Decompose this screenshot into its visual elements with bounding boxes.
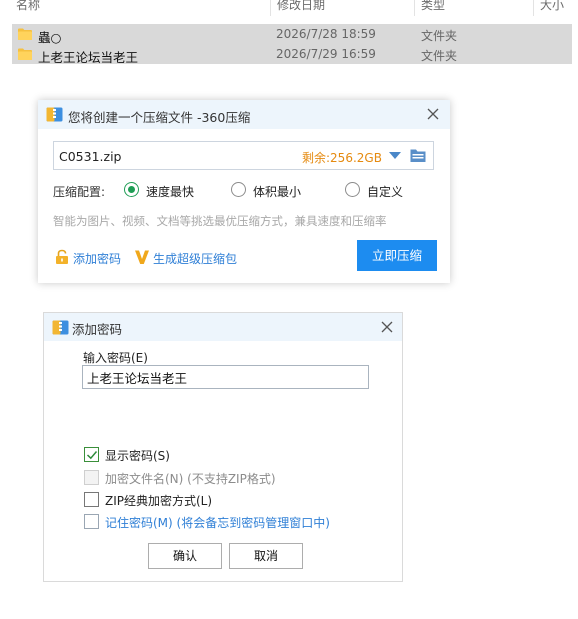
- file-explorer-list: 名称 修改日期 类型 大小 蟲○ 2026/7/28 18:59 文件夹 上老王…: [0, 0, 578, 70]
- chevron-down-icon[interactable]: [389, 152, 401, 160]
- compress-now-button[interactable]: 立即压缩: [357, 240, 437, 271]
- radio-label: 自定义: [367, 185, 404, 199]
- cancel-button[interactable]: 取消: [229, 543, 303, 569]
- checkbox-box-disabled: [84, 470, 99, 485]
- file-row[interactable]: 蟲○ 2026/7/28 18:59 文件夹: [12, 24, 572, 45]
- add-password-link-label[interactable]: 添加密码: [73, 250, 121, 267]
- folder-icon: [18, 28, 32, 40]
- checkbox-box[interactable]: [84, 514, 99, 529]
- checkbox-label: ZIP经典加密方式(L): [105, 494, 213, 508]
- column-header-name[interactable]: 名称: [16, 0, 40, 13]
- checkbox-label: 显示密码(S): [105, 449, 170, 463]
- checkmark-icon: [86, 451, 98, 460]
- compress-config-label: 压缩配置:: [53, 185, 106, 199]
- folder-icon: [18, 48, 32, 60]
- password-input-label: 输入密码(E): [83, 351, 148, 365]
- file-type: 文件夹: [421, 29, 458, 43]
- add-password-dialog: 添加密码 输入密码(E) 显示密码(S) 加密文件名(N) (不支持ZIP格式)…: [43, 312, 403, 582]
- ok-button[interactable]: 确认: [148, 543, 222, 569]
- password-input[interactable]: [82, 365, 369, 389]
- radio-indicator[interactable]: [345, 182, 360, 197]
- close-icon[interactable]: [378, 318, 396, 336]
- radio-indicator-selected[interactable]: [124, 182, 139, 197]
- file-type: 文件夹: [421, 49, 458, 63]
- vip-v-icon: [135, 250, 149, 264]
- password-dialog-titlebar[interactable]: 添加密码: [44, 313, 402, 341]
- browse-folder-icon[interactable]: [410, 148, 426, 163]
- file-date: 2026/7/28 18:59: [276, 27, 376, 41]
- archive-app-icon: [46, 107, 63, 122]
- compress-dialog-titlebar[interactable]: 您将创建一个压缩文件 -360压缩: [38, 100, 450, 129]
- compress-dialog: 您将创建一个压缩文件 -360压缩 C0531.zip 剩余:256.2GB 压…: [38, 100, 450, 283]
- file-name: 上老王论坛当老王: [38, 50, 139, 65]
- free-space-label: 剩余:256.2GB: [302, 151, 382, 165]
- column-header-size[interactable]: 大小: [540, 0, 564, 13]
- super-compress-link-label[interactable]: 生成超级压缩包: [153, 250, 237, 267]
- password-dialog-title: 添加密码: [72, 322, 123, 337]
- archive-app-icon: [52, 320, 69, 335]
- file-date: 2026/7/29 16:59: [276, 47, 376, 61]
- column-header-row: 名称 修改日期 类型 大小: [0, 0, 578, 16]
- output-path-field[interactable]: C0531.zip 剩余:256.2GB: [53, 141, 434, 170]
- column-header-type[interactable]: 类型: [421, 0, 445, 13]
- column-divider[interactable]: [414, 0, 415, 16]
- column-header-date[interactable]: 修改日期: [277, 0, 325, 13]
- lock-icon: [56, 249, 68, 264]
- checkbox-box-checked[interactable]: [84, 447, 99, 462]
- compress-dialog-title: 您将创建一个压缩文件 -360压缩: [68, 110, 251, 125]
- close-icon[interactable]: [424, 105, 442, 123]
- file-row[interactable]: 上老王论坛当老王 2026/7/29 16:59 文件夹: [12, 44, 572, 65]
- radio-indicator[interactable]: [231, 182, 246, 197]
- radio-label: 速度最快: [146, 185, 195, 199]
- output-filename[interactable]: C0531.zip: [59, 149, 121, 164]
- column-divider[interactable]: [270, 0, 271, 16]
- checkbox-label: 记住密码(M) (将会备忘到密码管理窗口中): [105, 516, 330, 530]
- checkbox-box[interactable]: [84, 492, 99, 507]
- radio-label: 体积最小: [253, 185, 302, 199]
- compress-hint-text: 智能为图片、视频、文档等挑选最优压缩方式，兼具速度和压缩率: [53, 214, 387, 228]
- checkbox-label: 加密文件名(N) (不支持ZIP格式): [105, 472, 276, 486]
- column-divider[interactable]: [533, 0, 534, 16]
- screen: 名称 修改日期 类型 大小 蟲○ 2026/7/28 18:59 文件夹 上老王…: [0, 0, 578, 619]
